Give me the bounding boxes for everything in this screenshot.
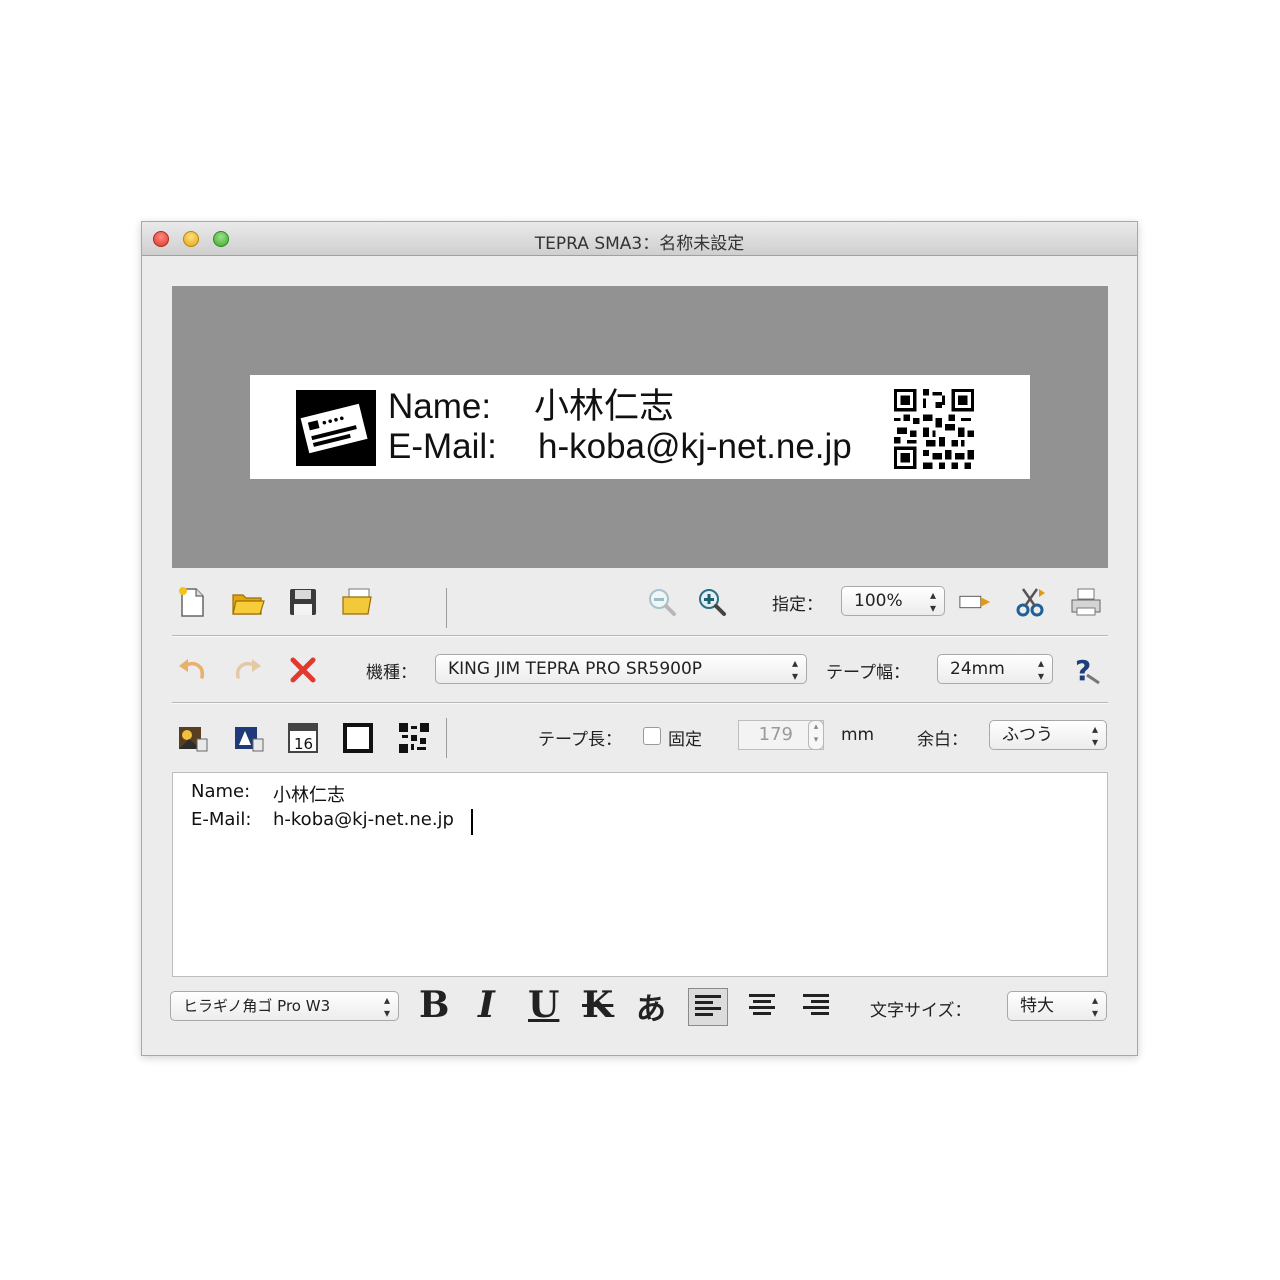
popup-arrows-icon: ▴ ▾ [1091,993,1098,1020]
tape-width-value: 24mm [950,659,1005,679]
vertical-text-button[interactable]: あ [636,984,666,1028]
undo-icon[interactable] [174,652,210,688]
fixed-length-checkbox[interactable] [643,727,661,745]
redo-icon[interactable] [230,652,266,688]
preview-name-value: 小林仁志 [534,387,675,426]
toolbar-separator [172,635,1108,637]
align-center-button[interactable] [744,988,780,1024]
align-left-button[interactable] [688,988,728,1026]
align-center-icon [749,994,775,1015]
font-size-label: 文字サイズ： [870,1001,972,1021]
model-label: 機種： [366,663,417,683]
preview-name-label: Name: [388,387,492,426]
align-right-icon [803,994,829,1015]
label-preview-area: Name: 小林仁志 E-Mail: h-koba@kj-net.ne.jp [172,286,1108,568]
save-disk-icon[interactable] [285,584,321,620]
font-family-value: ヒラギノ角ゴ Pro W3 [183,997,331,1015]
align-left-icon [695,995,721,1016]
editor-line-name-label: Name: [191,781,251,802]
tape-length-stepper[interactable]: ▴ ▾ [808,720,824,750]
tape-label-preview[interactable]: Name: 小林仁志 E-Mail: h-koba@kj-net.ne.jp [250,375,1030,479]
popup-arrows-icon: ▴ ▾ [791,656,798,683]
align-right-button[interactable] [798,988,834,1024]
popup-arrows-icon: ▴ ▾ [1091,722,1098,749]
fixed-length-label: 固定 [668,730,702,750]
app-window: TEPRA SMA3：名称未設定 Name: 小林仁志 E-Mail: h-ko… [141,221,1138,1056]
strikethrough-button[interactable]: K [582,984,613,1026]
zoom-select-value: 100% [854,591,903,611]
tape-feed-icon[interactable] [958,584,994,620]
italic-button[interactable]: I [478,984,495,1026]
insert-picture-icon[interactable] [174,720,210,756]
font-size-select[interactable]: 特大 ▴ ▾ [1007,991,1107,1021]
popup-arrows-icon: ▴ ▾ [1037,656,1044,683]
window-title: TEPRA SMA3：名称未設定 [534,234,745,254]
help-icon[interactable]: ? [1068,652,1104,688]
insert-symbol-icon[interactable] [230,720,266,756]
printer-model-value: KING JIM TEPRA PRO SR5900P [448,659,703,679]
editor-line-name-value: 小林仁志 [273,785,345,806]
popup-arrows-icon: ▴ ▾ [383,993,390,1020]
preview-email-label: E-Mail: [388,427,497,466]
calendar-date-icon[interactable]: 16 [285,720,321,756]
template-folder-icon[interactable] [340,584,376,620]
margin-select[interactable]: ふつう ▴ ▾ [989,720,1107,750]
title-bar[interactable]: TEPRA SMA3：名称未設定 [142,222,1137,256]
open-folder-icon[interactable] [230,584,266,620]
preview-email-value: h-koba@kj-net.ne.jp [538,427,852,466]
toolbar-divider [446,718,447,758]
cut-scissors-icon[interactable] [1013,584,1049,620]
delete-x-icon[interactable] [285,652,321,688]
editor-line-email-value: h-koba@kj-net.ne.jp [273,809,454,830]
new-document-icon[interactable] [174,584,210,620]
editor-line-email-label: E-Mail: [191,809,252,830]
business-card-icon [296,390,376,466]
bold-button[interactable]: B [419,984,449,1026]
svg-text:?: ? [1075,654,1091,687]
zoom-label: 指定： [772,595,823,615]
printer-icon[interactable] [1068,584,1104,620]
toolbar-divider [446,588,447,628]
margin-label: 余白： [917,730,968,750]
tape-width-label: テープ幅： [826,663,910,683]
toolbar-separator [172,702,1108,704]
label-text-editor[interactable]: Name: 小林仁志 E-Mail: h-koba@kj-net.ne.jp [172,772,1108,977]
frame-border-icon[interactable] [340,720,376,756]
printer-model-select[interactable]: KING JIM TEPRA PRO SR5900P ▴ ▾ [435,654,807,684]
barcode-qr-icon[interactable] [396,720,432,756]
zoom-select[interactable]: 100% ▴ ▾ [841,586,945,616]
tape-length-label: テープ長： [538,730,622,750]
font-family-select[interactable]: ヒラギノ角ゴ Pro W3 ▴ ▾ [170,991,399,1021]
qr-code-icon [894,389,974,469]
underline-button[interactable]: U [528,984,559,1026]
tape-width-select[interactable]: 24mm ▴ ▾ [937,654,1053,684]
text-caret [471,809,473,835]
popup-arrows-icon: ▴ ▾ [929,588,936,615]
zoom-out-icon[interactable] [644,584,680,620]
margin-value: ふつう [1002,725,1053,745]
length-unit-label: mm [841,725,875,745]
calendar-day-text: 16 [294,735,313,753]
zoom-in-icon[interactable] [694,584,730,620]
font-size-value: 特大 [1020,996,1054,1016]
